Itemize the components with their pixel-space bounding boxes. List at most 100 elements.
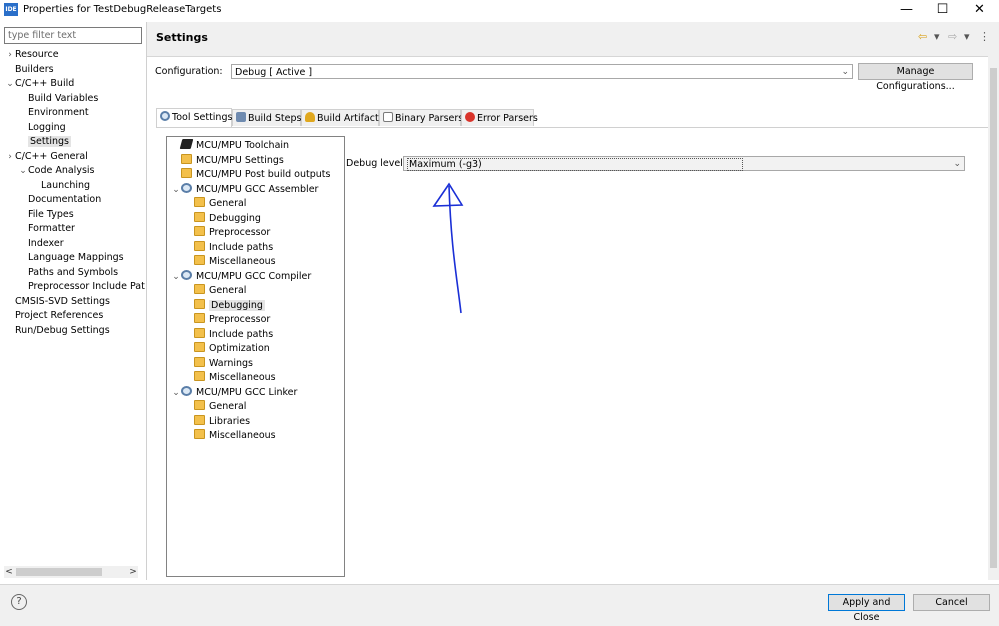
tab-binary-parsers[interactable]: Binary Parsers [379, 109, 463, 126]
folder-icon [194, 371, 205, 381]
nav-item[interactable]: ⌄C/C++ Build [5, 77, 74, 91]
filter-input[interactable]: type filter text [4, 27, 142, 44]
folder-icon [194, 429, 205, 439]
nav-item[interactable]: Settings [18, 135, 71, 149]
nav-item[interactable]: › Resource [5, 48, 58, 62]
view-menu-icon[interactable]: ⋮ [979, 30, 990, 43]
debug-level-select[interactable]: Maximum (-g3) ⌄ [403, 156, 965, 171]
tool-tree-item[interactable]: Debugging [184, 298, 265, 313]
scroll-left-arrow-icon[interactable]: < [4, 566, 14, 578]
tool-tree-item-label: MCU/MPU Settings [196, 154, 284, 166]
tool-tree-item-label: General [209, 198, 247, 209]
manage-configurations-button[interactable]: Manage Configurations... [858, 63, 973, 92]
nav-item[interactable]: › C/C++ General [5, 150, 88, 164]
apply-and-close-button[interactable]: Apply and Close [828, 594, 905, 623]
chevron-down-icon[interactable]: ⌄ [171, 183, 181, 197]
nav-item[interactable]: Indexer [18, 237, 64, 251]
nav-horizontal-scrollbar[interactable]: < > [4, 566, 138, 578]
nav-item[interactable]: Logging [18, 121, 66, 135]
tool-tree-item[interactable]: General [184, 284, 246, 298]
folder-icon [194, 197, 205, 207]
tool-tree-item[interactable]: Miscellaneous [184, 255, 276, 269]
cancel-button[interactable]: Cancel [913, 594, 990, 611]
nav-item[interactable]: Environment [18, 106, 89, 120]
maximize-button[interactable]: ☐ [925, 0, 960, 20]
help-icon[interactable]: ? [11, 594, 27, 610]
forward-arrow-icon[interactable]: ⇨ [948, 30, 957, 43]
nav-item[interactable]: Build Variables [18, 92, 98, 106]
tool-tree-item[interactable]: ⌄ MCU/MPU GCC Linker [171, 385, 297, 400]
tool-tree-item[interactable]: ⌄ MCU/MPU GCC Compiler [171, 269, 311, 284]
nav-item[interactable]: Formatter [18, 222, 75, 236]
nav-item[interactable]: Language Mappings [18, 251, 124, 265]
tool-settings-tree: MCU/MPU Toolchain MCU/MPU Settings MCU/MPU… [166, 136, 345, 577]
page-title: Settings [156, 31, 208, 44]
nav-item-label: C/C++ Build [15, 78, 75, 89]
minimize-button[interactable]: — [889, 0, 924, 20]
folder-icon [194, 284, 205, 294]
folder-icon [194, 414, 205, 425]
dialog-button-bar: ? Apply and Close Cancel [0, 584, 999, 626]
scroll-thumb[interactable] [990, 68, 997, 568]
tab-build-steps[interactable]: Build Steps [232, 109, 301, 126]
tool-tree-item[interactable]: MCU/MPU Settings [171, 153, 284, 168]
tab-tool-settings[interactable]: Tool Settings [156, 108, 232, 127]
window-title: Properties for TestDebugReleaseTargets [23, 4, 222, 15]
tool-tree-item[interactable]: Warnings [184, 356, 253, 371]
tool-tree-item[interactable]: MCU/MPU Post build outputs [171, 168, 330, 182]
folder-icon [194, 211, 205, 222]
tab-error-parsers[interactable]: Error Parsers [461, 109, 538, 126]
nav-item[interactable]: Documentation [18, 193, 101, 207]
tool-tree-item-label: Optimization [209, 343, 270, 354]
tool-tree-item[interactable]: Preprocessor [184, 313, 270, 327]
nav-item[interactable]: Launching [31, 179, 90, 193]
tool-tree-item-label: Libraries [209, 415, 251, 427]
chevron-down-icon[interactable]: ⌄ [171, 386, 181, 400]
chevron-down-icon[interactable]: ⌄ [18, 164, 28, 178]
configuration-value: Debug [ Active ] [235, 67, 313, 78]
nav-item[interactable]: Preprocessor Include Pat [18, 280, 145, 294]
tab-label: Tool Settings [172, 112, 233, 123]
tool-tree-item[interactable]: ⌄ MCU/MPU GCC Assembler [171, 182, 318, 197]
nav-item[interactable]: Builders [5, 63, 54, 77]
tool-tree-item[interactable]: Libraries [184, 414, 251, 429]
tool-tree-item[interactable]: Miscellaneous [184, 371, 276, 385]
debug-level-value: Maximum (-g3) [407, 158, 743, 171]
nav-item[interactable]: Paths and Symbols [18, 266, 118, 280]
tool-tree-item[interactable]: Debugging [184, 211, 261, 226]
folder-icon [194, 255, 205, 265]
tab-label: Error Parsers [477, 113, 538, 124]
forward-dropdown-icon[interactable]: ▾ [964, 30, 970, 43]
chevron-down-icon[interactable]: ⌄ [5, 77, 15, 91]
chevron-right-icon[interactable]: › [5, 48, 15, 62]
tool-tree-item[interactable]: General [184, 197, 246, 211]
scroll-thumb[interactable] [16, 568, 102, 576]
nav-item[interactable]: Run/Debug Settings [5, 324, 110, 338]
back-arrow-icon[interactable]: ⇦ [918, 30, 927, 43]
gear-icon [181, 385, 192, 396]
configuration-select[interactable]: Debug [ Active ] ⌄ [231, 64, 853, 79]
tool-tree-item[interactable]: Preprocessor [184, 226, 270, 240]
chevron-down-icon: ⌄ [841, 67, 849, 77]
nav-item[interactable]: ⌄Code Analysis [18, 164, 94, 178]
scroll-right-arrow-icon[interactable]: > [128, 566, 138, 578]
folder-icon [194, 400, 205, 410]
nav-item[interactable]: File Types [18, 208, 74, 222]
tool-tree-item[interactable]: Include paths [184, 327, 273, 342]
back-dropdown-icon[interactable]: ▾ [934, 30, 940, 43]
tool-settings-panel: MCU/MPU Toolchain MCU/MPU Settings MCU/MPU… [156, 127, 998, 583]
nav-item[interactable]: CMSIS-SVD Settings [5, 295, 110, 309]
tool-tree-item[interactable]: Optimization [184, 342, 270, 356]
gear-icon [160, 111, 170, 121]
tab-build-artifact[interactable]: Build Artifact [301, 109, 379, 126]
tool-tree-item[interactable]: General [184, 400, 246, 414]
chevron-right-icon[interactable]: › [5, 150, 15, 164]
nav-item[interactable]: Project References [5, 309, 103, 323]
settings-vertical-scrollbar[interactable] [988, 56, 999, 580]
tool-tree-item[interactable]: MCU/MPU Toolchain [171, 139, 289, 153]
close-button[interactable]: ✕ [962, 0, 997, 20]
tool-tree-item[interactable]: Include paths [184, 240, 273, 255]
tool-tree-item[interactable]: Miscellaneous [184, 429, 276, 443]
chevron-down-icon[interactable]: ⌄ [171, 270, 181, 284]
tool-tree-item-label: Miscellaneous [209, 256, 276, 267]
